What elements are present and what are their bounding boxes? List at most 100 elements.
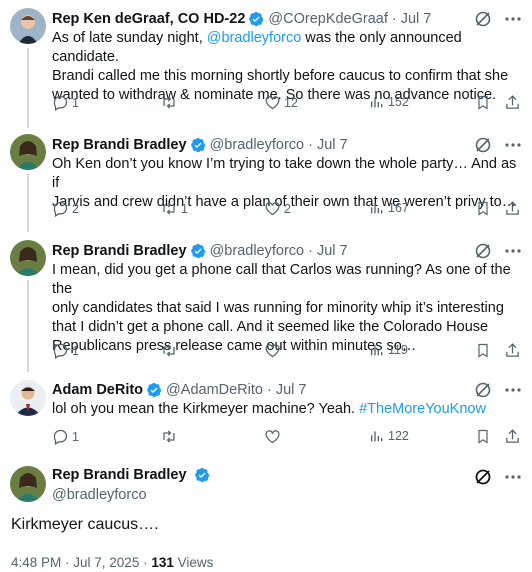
views-count: 152	[388, 95, 409, 109]
more-options-icon[interactable]	[504, 136, 522, 154]
separator: ·	[308, 137, 313, 153]
tweet[interactable]: Rep Brandi Bradley @bradleyforco · Jul 7…	[0, 232, 532, 374]
separator: ·	[308, 243, 313, 259]
reply-button[interactable]: 1	[52, 428, 79, 445]
reply-button[interactable]: 2	[52, 200, 79, 217]
author-name[interactable]: Rep Brandi Bradley	[52, 137, 187, 153]
bookmark-button[interactable]	[475, 94, 491, 111]
grok-icon[interactable]	[474, 136, 492, 154]
avatar[interactable]	[10, 8, 46, 44]
reply-button[interactable]: 1	[52, 342, 79, 359]
grok-icon[interactable]	[474, 10, 492, 28]
views-button[interactable]: 122	[369, 428, 409, 444]
retweet-count: 1	[181, 201, 188, 216]
views-icon	[371, 97, 383, 108]
like-button[interactable]	[264, 428, 284, 445]
retweet-button[interactable]	[160, 94, 181, 111]
text-line: Oh Ken don’t you know I’m trying to take…	[52, 156, 517, 191]
tweet-metadata: 4:48 PM · Jul 7, 2025 · 131 Views	[11, 555, 213, 570]
hashtag-link[interactable]: #TheMoreYouKnow	[359, 401, 486, 417]
views-icon	[371, 431, 383, 442]
tweet[interactable]: Rep Brandi Bradley @bradleyforco · Jul 7…	[0, 126, 532, 232]
author-handle[interactable]: @AdamDeRito	[166, 382, 263, 398]
tweet-date[interactable]: Jul 7	[317, 243, 348, 259]
retweet-icon	[163, 430, 175, 443]
author-handle[interactable]: @bradleyforco	[210, 137, 305, 153]
views-button[interactable]: 152	[369, 94, 409, 110]
share-icon	[506, 343, 519, 357]
avatar[interactable]	[10, 240, 46, 276]
more-options-icon[interactable]	[504, 242, 522, 260]
tweet[interactable]: Adam DeRito @AdamDeRito · Jul 7 lol oh y…	[0, 374, 532, 458]
more-options-icon[interactable]	[504, 10, 522, 28]
grok-icon[interactable]	[474, 468, 492, 486]
retweet-button[interactable]	[160, 428, 181, 445]
bookmark-button[interactable]	[475, 428, 491, 445]
text-line: that I didn’t get a phone call. And it s…	[52, 319, 489, 335]
tweet-date[interactable]: Jul 7	[317, 137, 348, 153]
heart-icon	[265, 202, 280, 216]
mention-link[interactable]: @bradleyforco	[207, 30, 302, 46]
tweet[interactable]: Rep Ken deGraaf, CO HD-22 @COrepKdeGraaf…	[0, 0, 532, 128]
author-handle[interactable]: @COrepKdeGraaf	[268, 11, 388, 27]
more-options-icon[interactable]	[504, 381, 522, 399]
avatar[interactable]	[10, 466, 46, 502]
bookmark-icon	[478, 429, 488, 444]
verified-badge-icon	[147, 382, 162, 398]
author-name[interactable]: Rep Brandi Bradley	[52, 467, 187, 483]
avatar[interactable]	[10, 380, 46, 416]
author-handle[interactable]: @bradleyforco	[210, 243, 305, 259]
share-icon	[506, 95, 519, 109]
grok-icon[interactable]	[474, 242, 492, 260]
tweet-text: lol oh you mean the Kirkmeyer machine? Y…	[52, 400, 520, 419]
bookmark-icon	[478, 343, 488, 358]
share-button[interactable]	[504, 342, 521, 359]
tweet-timestamp[interactable]: 4:48 PM · Jul 7, 2025 ·	[11, 555, 151, 570]
more-options-icon[interactable]	[504, 468, 522, 486]
retweet-button[interactable]	[160, 342, 181, 359]
views-number: 131	[151, 555, 174, 570]
views-count: 122	[388, 429, 409, 443]
views-button[interactable]: 119	[369, 342, 408, 358]
retweet-icon	[163, 344, 175, 357]
action-bar: 2 1 2 167	[52, 200, 522, 220]
share-button[interactable]	[504, 200, 521, 217]
bookmark-button[interactable]	[475, 342, 491, 359]
retweet-icon	[163, 202, 175, 215]
author-name[interactable]: Adam DeRito	[52, 382, 143, 398]
reply-count: 2	[72, 201, 79, 216]
like-button[interactable]: 2	[264, 200, 291, 217]
retweet-button[interactable]: 1	[160, 200, 188, 217]
text-line: Brandi called me this morning shortly be…	[52, 68, 509, 84]
author-handle[interactable]: @bradleyforco	[52, 487, 147, 503]
share-button[interactable]	[504, 428, 521, 445]
like-button[interactable]	[264, 342, 284, 359]
reply-button[interactable]: 1	[52, 94, 79, 111]
separator: ·	[266, 382, 272, 398]
retweet-icon	[163, 96, 175, 109]
like-count: 12	[284, 95, 298, 110]
text-line: I mean, did you get a phone call that Ca…	[52, 262, 511, 297]
verified-badge-icon	[194, 468, 210, 483]
bookmark-button[interactable]	[475, 200, 491, 217]
action-bar: 1 122	[52, 428, 522, 448]
heart-icon	[265, 344, 280, 358]
views-button[interactable]: 167	[369, 200, 409, 216]
tweet-date[interactable]: Jul 7	[276, 382, 307, 398]
views-count: 167	[388, 201, 409, 215]
like-count: 2	[284, 201, 291, 216]
author-name[interactable]: Rep Brandi Bradley	[52, 243, 187, 259]
reply-icon	[53, 429, 68, 445]
avatar[interactable]	[10, 134, 46, 170]
share-icon	[506, 201, 519, 215]
text-segment: As of late sunday night,	[52, 30, 207, 46]
views-count: 119	[388, 343, 408, 357]
reply-icon	[53, 343, 68, 359]
share-button[interactable]	[504, 94, 521, 111]
like-button[interactable]: 12	[264, 94, 298, 111]
author-name[interactable]: Rep Ken deGraaf, CO HD-22	[52, 11, 245, 27]
verified-badge-icon	[190, 137, 205, 153]
tweet-date[interactable]: Jul 7	[401, 11, 432, 27]
reply-count: 1	[72, 429, 79, 444]
grok-icon[interactable]	[474, 381, 492, 399]
